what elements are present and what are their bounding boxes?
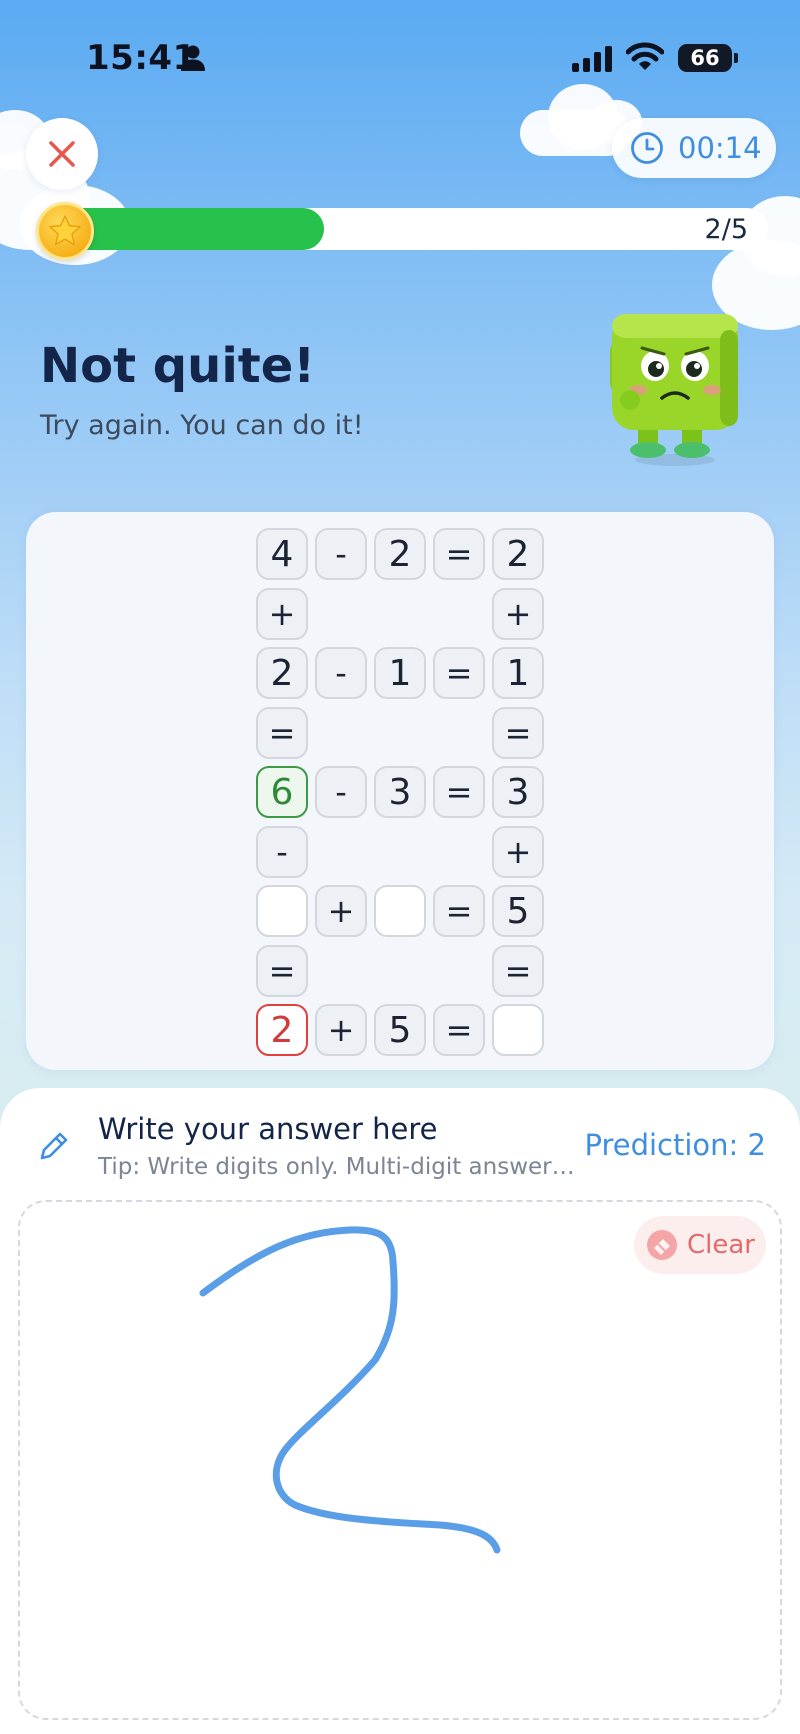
operator-cell: =: [492, 706, 544, 759]
answer-cell-empty[interactable]: [256, 885, 308, 937]
battery-level: 66: [690, 46, 720, 70]
progress-label: 2/5: [704, 214, 748, 245]
operator-cell: =: [433, 647, 485, 699]
sad-mascot-icon: [610, 314, 738, 466]
puzzle-card: 4-2 = 2 + +2-1 = 1 = = 6-3 = 3- + + = 5 = = 2 +5 =: [26, 512, 774, 1070]
operator-cell: +: [315, 1004, 367, 1056]
person-icon: [181, 45, 205, 71]
number-cell: 2: [492, 528, 544, 580]
clear-label: Clear: [687, 1230, 755, 1260]
progress-bar: 2/5: [52, 208, 768, 250]
operator-cell: +: [256, 587, 308, 640]
operator-cell: =: [433, 1004, 485, 1056]
number-cell: 5: [374, 1004, 426, 1056]
operator-cell: +: [492, 587, 544, 640]
drawing-canvas[interactable]: [18, 1200, 782, 1720]
clock-icon: [631, 132, 663, 164]
number-cell: 3: [492, 766, 544, 818]
number-cell: 2: [374, 528, 426, 580]
instruction-tip: Tip: Write digits only. Multi-digit answ…: [98, 1154, 575, 1180]
battery-indicator: 66: [678, 44, 738, 72]
operator-cell: -: [315, 528, 367, 580]
operator-cell: =: [256, 944, 308, 997]
number-cell: 1: [374, 647, 426, 699]
number-cell: 5: [492, 885, 544, 937]
number-cell: 4: [256, 528, 308, 580]
status-bar: 15:41 66: [0, 0, 800, 110]
operator-cell: -: [315, 647, 367, 699]
operator-cell: =: [433, 885, 485, 937]
signal-icon: [572, 46, 612, 72]
operator-cell: =: [433, 766, 485, 818]
close-button[interactable]: [26, 118, 98, 190]
operator-cell: +: [492, 825, 544, 878]
operator-cell: -: [315, 766, 367, 818]
close-icon: [49, 141, 75, 167]
answer-cell-empty[interactable]: [374, 885, 426, 937]
wrong-answer-cell[interactable]: 2: [256, 1004, 308, 1056]
feedback-subtitle: Try again. You can do it!: [40, 410, 364, 441]
operator-cell: =: [433, 528, 485, 580]
operator-cell: =: [256, 706, 308, 759]
correct-answer-cell: 6: [256, 766, 308, 818]
operator-cell: -: [256, 825, 308, 878]
operator-cell: =: [492, 944, 544, 997]
answer-cell-empty[interactable]: [492, 1004, 544, 1056]
pencil-icon: [40, 1132, 68, 1160]
timer-value: 00:14: [678, 131, 762, 165]
star-coin-icon: [36, 202, 94, 260]
eraser-icon: [647, 1230, 677, 1260]
feedback-title: Not quite!: [40, 338, 316, 394]
prediction-label: Prediction: 2: [584, 1128, 766, 1162]
clear-button[interactable]: Clear: [634, 1216, 766, 1274]
number-cell: 3: [374, 766, 426, 818]
operator-cell: +: [315, 885, 367, 937]
wifi-icon: [626, 42, 664, 70]
timer: 00:14: [612, 118, 776, 178]
instruction-title: Write your answer here: [98, 1112, 438, 1146]
number-cell: 1: [492, 647, 544, 699]
number-cell: 2: [256, 647, 308, 699]
